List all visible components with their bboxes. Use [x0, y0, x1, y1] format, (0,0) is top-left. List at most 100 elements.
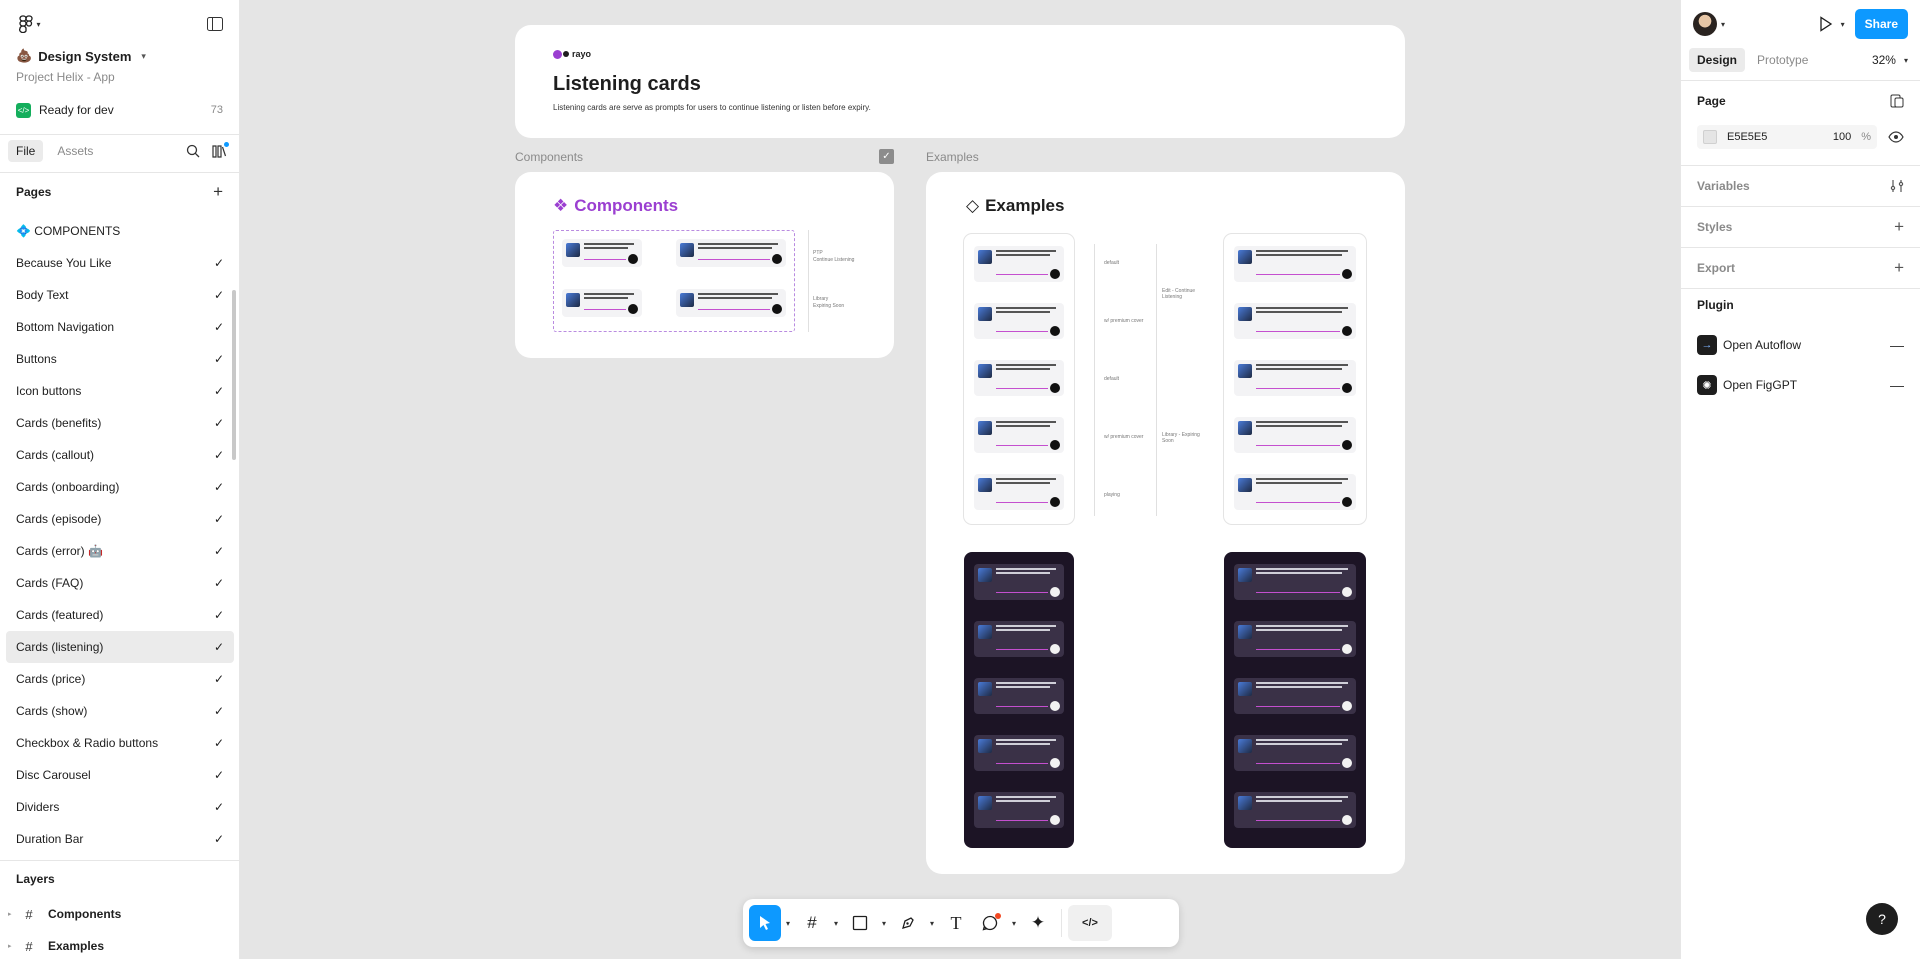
pages-list[interactable]: 💠 COMPONENTS Because You Like ✓ Body Text ✓ B… — [0, 215, 240, 855]
page-item[interactable]: 💠 COMPONENTS — [0, 215, 240, 247]
project-name[interactable]: Design System — [38, 49, 131, 64]
chevron-down-icon[interactable]: ▾ — [1841, 20, 1845, 29]
page-item[interactable]: Cards (listening) ✓ — [6, 631, 234, 663]
checkbox-icon[interactable]: ✓ — [879, 149, 894, 164]
components-frame-label[interactable]: Components — [515, 150, 583, 164]
component-card[interactable] — [562, 239, 642, 267]
help-button[interactable]: ? — [1866, 903, 1898, 935]
avatar[interactable] — [1693, 12, 1717, 36]
chevron-down-icon[interactable]: ▾ — [925, 919, 939, 928]
page-item[interactable]: Disc Carousel ✓ — [0, 759, 240, 791]
example-card[interactable] — [1234, 360, 1356, 396]
page-item[interactable]: Body Text ✓ — [0, 279, 240, 311]
plugin-item[interactable]: ✺ Open FigGPT — — [1681, 374, 1920, 396]
page-item[interactable]: Dividers ✓ — [0, 791, 240, 823]
example-phone-light[interactable] — [1224, 234, 1366, 524]
chevron-down-icon[interactable]: ▾ — [877, 919, 891, 928]
chevron-down-icon[interactable]: ▾ — [1007, 919, 1021, 928]
color-swatch[interactable] — [1703, 130, 1717, 144]
example-card[interactable] — [1234, 417, 1356, 453]
chevron-down-icon[interactable]: ▾ — [829, 919, 843, 928]
chevron-down-icon[interactable]: ▾ — [1721, 20, 1725, 29]
example-card[interactable] — [974, 621, 1064, 657]
sidebar-toggle-icon[interactable] — [207, 17, 223, 31]
chevron-down-icon[interactable]: ▾ — [1904, 56, 1908, 65]
page-color-input[interactable]: E5E5E5 100 % — [1697, 125, 1877, 149]
move-tool[interactable] — [749, 905, 781, 941]
page-item[interactable]: Cards (show) ✓ — [0, 695, 240, 727]
example-card[interactable] — [1234, 792, 1356, 828]
ready-for-dev-row[interactable]: </> Ready for dev 73 — [0, 101, 239, 119]
page-item[interactable]: Cards (FAQ) ✓ — [0, 567, 240, 599]
add-style-icon[interactable]: + — [1894, 217, 1904, 237]
example-phone-light[interactable] — [964, 234, 1074, 524]
page-item[interactable]: Cards (episode) ✓ — [0, 503, 240, 535]
search-icon[interactable] — [186, 144, 200, 158]
page-item[interactable]: Cards (price) ✓ — [0, 663, 240, 695]
library-icon[interactable] — [212, 142, 229, 158]
tab-design[interactable]: Design — [1689, 48, 1746, 72]
components-set[interactable] — [553, 230, 795, 332]
page-item[interactable]: Cards (onboarding) ✓ — [0, 471, 240, 503]
example-card[interactable] — [974, 474, 1064, 510]
pen-tool[interactable] — [891, 905, 925, 941]
component-card[interactable] — [562, 289, 642, 317]
page-item[interactable]: Because You Like ✓ — [0, 247, 240, 279]
example-card[interactable] — [1234, 246, 1356, 282]
example-card[interactable] — [974, 564, 1064, 600]
examples-frame-label[interactable]: Examples — [926, 150, 979, 164]
example-card[interactable] — [974, 246, 1064, 282]
example-card[interactable] — [974, 417, 1064, 453]
example-card[interactable] — [1234, 735, 1356, 771]
frame-tool[interactable]: # — [795, 905, 829, 941]
page-item[interactable]: Buttons ✓ — [0, 343, 240, 375]
page-item[interactable]: Duration Bar ✓ — [0, 823, 240, 855]
example-phone-dark[interactable] — [964, 552, 1074, 848]
example-card[interactable] — [1234, 678, 1356, 714]
example-card[interactable] — [1234, 474, 1356, 510]
pages-scrollbar[interactable] — [232, 290, 236, 460]
page-color-value[interactable]: E5E5E5 — [1727, 131, 1767, 143]
example-card[interactable] — [1234, 564, 1356, 600]
page-item[interactable]: Bottom Navigation ✓ — [0, 311, 240, 343]
components-frame[interactable]: ❖ Components PTP Continue Listening Libr… — [515, 172, 894, 358]
page-item[interactable]: Cards (callout) ✓ — [0, 439, 240, 471]
page-item[interactable]: Cards (error) 🤖 ✓ — [0, 535, 240, 567]
chevron-right-icon[interactable]: ▸ — [8, 910, 18, 918]
variables-settings-icon[interactable] — [1890, 179, 1904, 193]
page-item[interactable]: Checkbox & Radio buttons ✓ — [0, 727, 240, 759]
layer-item[interactable]: ▸ # Components — [0, 905, 239, 923]
examples-frame[interactable]: ◇ Examples default w/ premium cover defa… — [926, 172, 1405, 874]
tab-assets[interactable]: Assets — [49, 140, 101, 162]
present-play-icon[interactable] — [1819, 16, 1833, 32]
example-card[interactable] — [974, 360, 1064, 396]
example-card[interactable] — [974, 678, 1064, 714]
page-item[interactable]: Cards (benefits) ✓ — [0, 407, 240, 439]
add-page-icon[interactable]: + — [213, 182, 223, 202]
chevron-down-icon[interactable]: ▾ — [781, 919, 795, 928]
shape-tool[interactable] — [843, 905, 877, 941]
example-card[interactable] — [974, 735, 1064, 771]
example-card[interactable] — [1234, 303, 1356, 339]
header-frame[interactable]: rayo Listening cards Listening cards are… — [515, 25, 1405, 138]
comment-tool[interactable] — [973, 905, 1007, 941]
add-export-icon[interactable]: + — [1894, 258, 1904, 278]
component-card[interactable] — [676, 289, 786, 317]
text-tool[interactable]: T — [939, 905, 973, 941]
styles-label[interactable]: Styles — [1697, 220, 1732, 234]
dev-mode-toggle[interactable]: </> — [1068, 905, 1112, 941]
page-item[interactable]: Cards (featured) ✓ — [0, 599, 240, 631]
page-item[interactable]: Icon buttons ✓ — [0, 375, 240, 407]
tab-file[interactable]: File — [8, 140, 44, 162]
page-opacity-value[interactable]: 100 — [1833, 131, 1851, 143]
local-styles-icon[interactable] — [1890, 94, 1904, 108]
example-card[interactable] — [974, 303, 1064, 339]
chevron-right-icon[interactable]: ▸ — [8, 942, 18, 950]
actions-tool[interactable]: ✦ — [1021, 905, 1055, 941]
remove-plugin-icon[interactable]: — — [1890, 377, 1904, 393]
design-canvas[interactable]: rayo Listening cards Listening cards are… — [240, 0, 1680, 959]
chevron-down-icon[interactable]: ▾ — [141, 51, 146, 62]
example-card[interactable] — [974, 792, 1064, 828]
variables-label[interactable]: Variables — [1697, 179, 1750, 193]
layer-item[interactable]: ▸ # Examples — [0, 937, 239, 955]
